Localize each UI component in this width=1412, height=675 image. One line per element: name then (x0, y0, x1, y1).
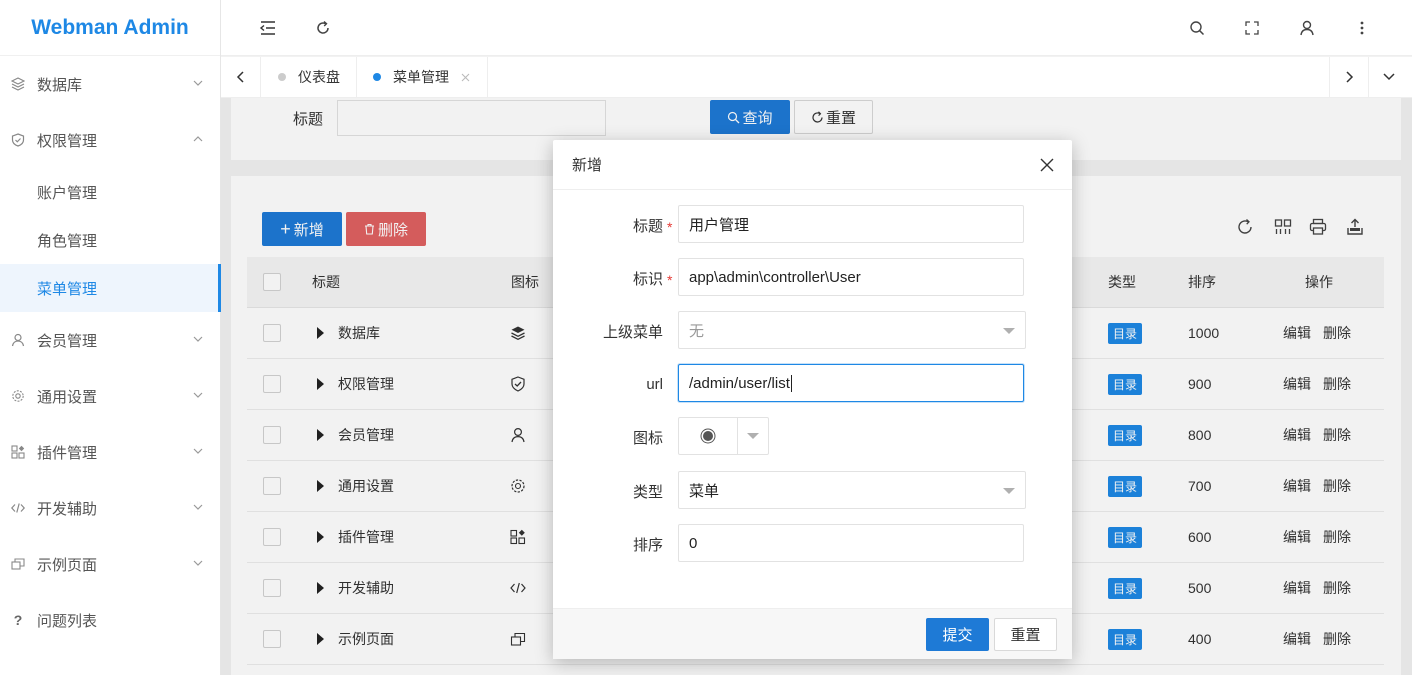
field-label: 排序 (632, 536, 663, 554)
dropdown-arrow-icon (1003, 328, 1015, 334)
more-vertical-icon[interactable] (1350, 16, 1374, 40)
sidebar-item-plugins[interactable]: 插件管理 (0, 428, 221, 476)
collapse-menu-icon[interactable] (256, 16, 280, 40)
chevron-left-icon (236, 71, 244, 83)
field-row-url: url /admin/user/list (553, 364, 1072, 404)
tab-scroll-left-button[interactable] (221, 57, 261, 97)
title-input[interactable]: 用户管理 (678, 205, 1024, 243)
tab-label: 菜单管理 (393, 69, 449, 85)
fullscreen-icon[interactable] (1240, 16, 1264, 40)
tab-dashboard[interactable]: 仪表盘 (262, 57, 357, 97)
sidebar-item-label: 角色管理 (37, 232, 98, 250)
gear-icon (11, 389, 25, 403)
field-label: url (646, 375, 663, 393)
layers-icon (11, 77, 25, 91)
icon-preview (679, 418, 738, 454)
add-dialog: 新增 标题 * 用户管理 标识 * app\admin\controller\U… (553, 140, 1072, 659)
search-icon[interactable] (1185, 16, 1209, 40)
shield-icon (11, 133, 25, 147)
sidebar-item-label: 示例页面 (37, 556, 98, 574)
field-label: 标识 (632, 270, 663, 288)
sidebar-item-settings[interactable]: 通用设置 (0, 372, 221, 420)
dialog-footer: 提交 重置 (553, 608, 1072, 659)
refresh-icon[interactable] (311, 16, 335, 40)
sidebar-item-label: 通用设置 (37, 388, 98, 406)
sidebar-item-label: 开发辅助 (37, 500, 98, 518)
required-mark: * (667, 272, 673, 288)
url-input[interactable]: /admin/user/list (678, 364, 1024, 402)
field-label: 图标 (632, 429, 663, 447)
type-select[interactable]: 菜单 (678, 471, 1026, 509)
question-icon: ? (13, 612, 23, 628)
tab-menu-management[interactable]: 菜单管理 (357, 57, 488, 97)
chevron-down-icon (193, 504, 203, 510)
chevron-down-icon (193, 448, 203, 454)
chevron-up-icon (193, 136, 203, 142)
sidebar: Webman Admin 数据库 权限管理 账户管理 角色管理 菜单管理 会员管… (0, 0, 221, 675)
field-label: 上级菜单 (602, 323, 663, 341)
field-row-title: 标题 * 用户管理 (553, 205, 1072, 245)
chevron-down-icon (193, 80, 203, 86)
close-icon[interactable] (1038, 156, 1056, 174)
tab-label: 仪表盘 (298, 69, 340, 85)
field-row-key: 标识 * app\admin\controller\User (553, 258, 1072, 298)
radio-dot-icon (700, 428, 716, 444)
sidebar-item-label: 账户管理 (37, 184, 98, 202)
field-row-type: 类型 菜单 (553, 471, 1072, 511)
tab-scroll-right-button[interactable] (1329, 57, 1369, 97)
apps-icon (11, 445, 25, 459)
field-row-sort: 排序 0 (553, 524, 1072, 564)
chevron-right-icon (1346, 71, 1354, 83)
text-cursor (790, 374, 792, 392)
sidebar-item-members[interactable]: 会员管理 (0, 316, 221, 364)
sidebar-item-roles[interactable]: 角色管理 (0, 216, 221, 264)
field-label: 标题 (632, 217, 663, 235)
sidebar-item-permissions[interactable]: 权限管理 (0, 116, 221, 164)
sidebar-item-accounts[interactable]: 账户管理 (0, 168, 221, 216)
chevron-down-icon (193, 336, 203, 342)
tab-bar: 仪表盘 菜单管理 (221, 57, 1412, 98)
chevron-down-icon (193, 560, 203, 566)
top-header (221, 0, 1412, 56)
app-logo[interactable]: Webman Admin (0, 0, 220, 56)
sidebar-item-label: 问题列表 (37, 612, 98, 630)
dialog-title: 新增 (553, 140, 1072, 190)
icon-picker-dropdown[interactable] (738, 418, 768, 454)
parent-menu-select[interactable]: 无 (678, 311, 1026, 349)
chevron-down-icon (193, 392, 203, 398)
close-icon[interactable] (461, 73, 470, 82)
code-icon (11, 501, 25, 515)
user-icon[interactable] (1295, 16, 1319, 40)
sidebar-item-label: 菜单管理 (37, 280, 98, 298)
sidebar-item-label: 会员管理 (37, 332, 98, 350)
sort-input[interactable]: 0 (678, 524, 1024, 562)
key-input[interactable]: app\admin\controller\User (678, 258, 1024, 296)
dropdown-arrow-icon (1003, 488, 1015, 494)
parent-menu-value: 无 (689, 322, 705, 340)
submit-button[interactable]: 提交 (926, 618, 989, 651)
tab-dot (373, 73, 381, 81)
tab-dot (278, 73, 286, 81)
field-label: 类型 (632, 483, 663, 501)
sidebar-item-examples[interactable]: 示例页面 (0, 540, 221, 588)
required-mark: * (667, 219, 673, 235)
field-row-icon: 图标 (553, 417, 1072, 457)
copy-icon (11, 557, 25, 571)
url-value: /admin/user/list (689, 374, 790, 392)
sidebar-item-issues[interactable]: ? 问题列表 (0, 596, 221, 644)
sidebar-item-label: 插件管理 (37, 444, 98, 462)
sidebar-item-menus[interactable]: 菜单管理 (0, 264, 221, 312)
user-icon (11, 333, 25, 347)
dialog-reset-button[interactable]: 重置 (994, 618, 1057, 651)
field-row-parent: 上级菜单 无 (553, 311, 1072, 351)
sidebar-item-dev[interactable]: 开发辅助 (0, 484, 221, 532)
dropdown-arrow-icon (747, 433, 759, 439)
tab-dropdown-button[interactable] (1369, 57, 1409, 97)
sidebar-item-database[interactable]: 数据库 (0, 60, 221, 108)
sidebar-item-label: 数据库 (37, 76, 83, 94)
chevron-down-icon (1383, 73, 1395, 81)
type-value: 菜单 (689, 482, 720, 500)
sidebar-item-label: 权限管理 (37, 132, 98, 150)
icon-picker[interactable] (678, 417, 769, 455)
